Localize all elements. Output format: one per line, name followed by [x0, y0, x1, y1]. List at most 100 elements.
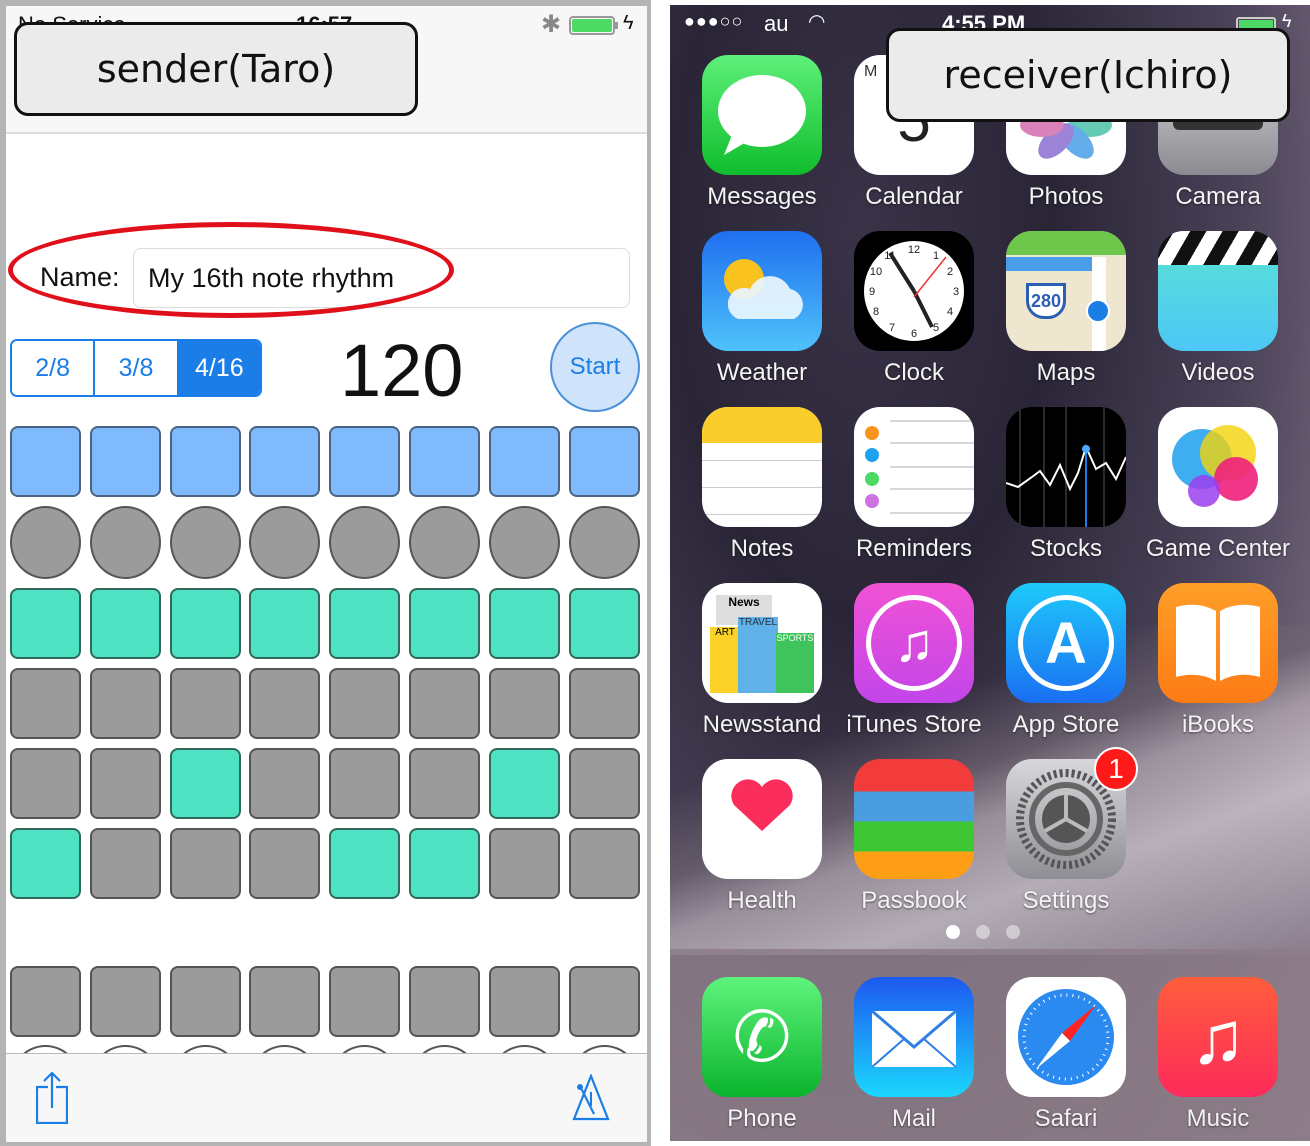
step-pad[interactable] — [568, 828, 640, 899]
step-pad[interactable] — [329, 668, 401, 739]
step-pad[interactable] — [169, 426, 241, 497]
dock-app-safari[interactable]: Safari — [990, 977, 1142, 1141]
step-pad[interactable] — [249, 966, 321, 1037]
step-pad[interactable] — [488, 748, 560, 819]
app-messages[interactable]: Messages — [686, 55, 838, 225]
app-settings[interactable]: 1 Settings — [990, 747, 1142, 929]
mail-icon[interactable] — [854, 977, 974, 1097]
step-pad[interactable] — [89, 748, 161, 819]
app-videos[interactable]: Videos — [1142, 231, 1294, 401]
step-pad[interactable] — [10, 426, 81, 497]
step-pad[interactable] — [568, 748, 640, 819]
app-health[interactable]: Health — [686, 759, 838, 929]
step-pad[interactable] — [408, 828, 480, 899]
clock-icon[interactable]: 121234567891011 — [854, 231, 974, 351]
step-circle[interactable] — [89, 506, 161, 579]
step-pad[interactable] — [169, 828, 241, 899]
step-circle[interactable] — [169, 506, 241, 579]
app-maps[interactable]: 280 Maps — [990, 231, 1142, 401]
step-pad[interactable] — [169, 748, 241, 819]
health-icon[interactable] — [702, 759, 822, 879]
page-indicator[interactable] — [946, 925, 1020, 939]
phone-icon[interactable]: ✆ — [702, 977, 822, 1097]
step-pad[interactable] — [329, 748, 401, 819]
stocks-icon[interactable] — [1006, 407, 1126, 527]
notes-icon[interactable] — [702, 407, 822, 527]
time-signature-option[interactable]: 4/16 — [178, 341, 260, 395]
safari-icon[interactable] — [1006, 977, 1126, 1097]
app-newsstand[interactable]: News ART TRAVEL SPORTS Newsstand — [686, 583, 838, 753]
app-weather[interactable]: Weather — [686, 231, 838, 401]
step-pad[interactable] — [488, 828, 560, 899]
step-pad[interactable] — [329, 588, 401, 659]
app-app-store[interactable]: A App Store — [990, 583, 1142, 753]
step-pad[interactable] — [329, 966, 401, 1037]
step-pad[interactable] — [89, 668, 161, 739]
step-pad[interactable] — [568, 426, 640, 497]
weather-icon[interactable] — [702, 231, 822, 351]
app-notes[interactable]: Notes — [686, 407, 838, 577]
step-pad[interactable] — [169, 588, 241, 659]
maps-icon[interactable]: 280 — [1006, 231, 1126, 351]
step-pad[interactable] — [488, 668, 560, 739]
game-center-icon[interactable] — [1158, 407, 1278, 527]
step-pad[interactable] — [249, 426, 321, 497]
step-pad[interactable] — [488, 426, 560, 497]
app-reminders[interactable]: Reminders — [838, 407, 990, 577]
step-pad[interactable] — [408, 426, 480, 497]
dock-app-mail[interactable]: Mail — [838, 977, 990, 1141]
step-circle[interactable] — [329, 506, 401, 579]
app-store-icon[interactable]: A — [1006, 583, 1126, 703]
step-pad[interactable] — [568, 668, 640, 739]
videos-icon[interactable] — [1158, 231, 1278, 351]
step-pad[interactable] — [249, 668, 321, 739]
step-pad[interactable] — [329, 426, 401, 497]
step-circle[interactable] — [568, 506, 640, 579]
step-pad[interactable] — [10, 966, 81, 1037]
itunes-store-icon[interactable]: ♫ — [854, 583, 974, 703]
reminders-icon[interactable] — [854, 407, 974, 527]
app-clock[interactable]: 121234567891011Clock — [838, 231, 990, 401]
tempo-display[interactable]: 120 — [340, 328, 463, 413]
page-dot[interactable] — [946, 925, 960, 939]
step-pad[interactable] — [408, 668, 480, 739]
step-circle[interactable] — [488, 506, 560, 579]
name-input[interactable]: My 16th note rhythm — [133, 248, 630, 308]
step-pad[interactable] — [249, 828, 321, 899]
step-pad[interactable] — [89, 828, 161, 899]
start-button[interactable]: Start — [550, 322, 640, 412]
step-pad[interactable] — [10, 748, 81, 819]
step-pad[interactable] — [169, 966, 241, 1037]
metronome-icon[interactable] — [572, 1074, 610, 1122]
page-dot[interactable] — [976, 925, 990, 939]
step-circle[interactable] — [10, 506, 81, 579]
messages-icon[interactable] — [702, 55, 822, 175]
step-pad[interactable] — [408, 966, 480, 1037]
app-stocks[interactable]: Stocks — [990, 407, 1142, 577]
app-ibooks[interactable]: iBooks — [1142, 583, 1294, 753]
step-pad[interactable] — [249, 748, 321, 819]
app-game-center[interactable]: Game Center — [1142, 407, 1294, 577]
music-icon[interactable]: ♫ — [1158, 977, 1278, 1097]
newsstand-icon[interactable]: News ART TRAVEL SPORTS — [702, 583, 822, 703]
step-pad[interactable] — [89, 426, 161, 497]
page-dot[interactable] — [1006, 925, 1020, 939]
step-circle[interactable] — [249, 506, 321, 579]
step-pad[interactable] — [488, 966, 560, 1037]
step-pad[interactable] — [10, 588, 81, 659]
step-pad[interactable] — [10, 828, 81, 899]
step-pad[interactable] — [568, 588, 640, 659]
ibooks-icon[interactable] — [1158, 583, 1278, 703]
time-signature-option[interactable]: 3/8 — [95, 341, 179, 395]
step-pad[interactable] — [249, 588, 321, 659]
step-pad[interactable] — [568, 966, 640, 1037]
step-pad[interactable] — [89, 966, 161, 1037]
step-pad[interactable] — [408, 748, 480, 819]
step-pad[interactable] — [408, 588, 480, 659]
app-itunes-store[interactable]: ♫ iTunes Store — [838, 583, 990, 753]
share-icon[interactable] — [36, 1072, 68, 1124]
app-passbook[interactable]: Passbook — [838, 759, 990, 929]
step-pad[interactable] — [89, 588, 161, 659]
step-circle[interactable] — [408, 506, 480, 579]
dock-app-music[interactable]: ♫ Music — [1142, 977, 1294, 1141]
